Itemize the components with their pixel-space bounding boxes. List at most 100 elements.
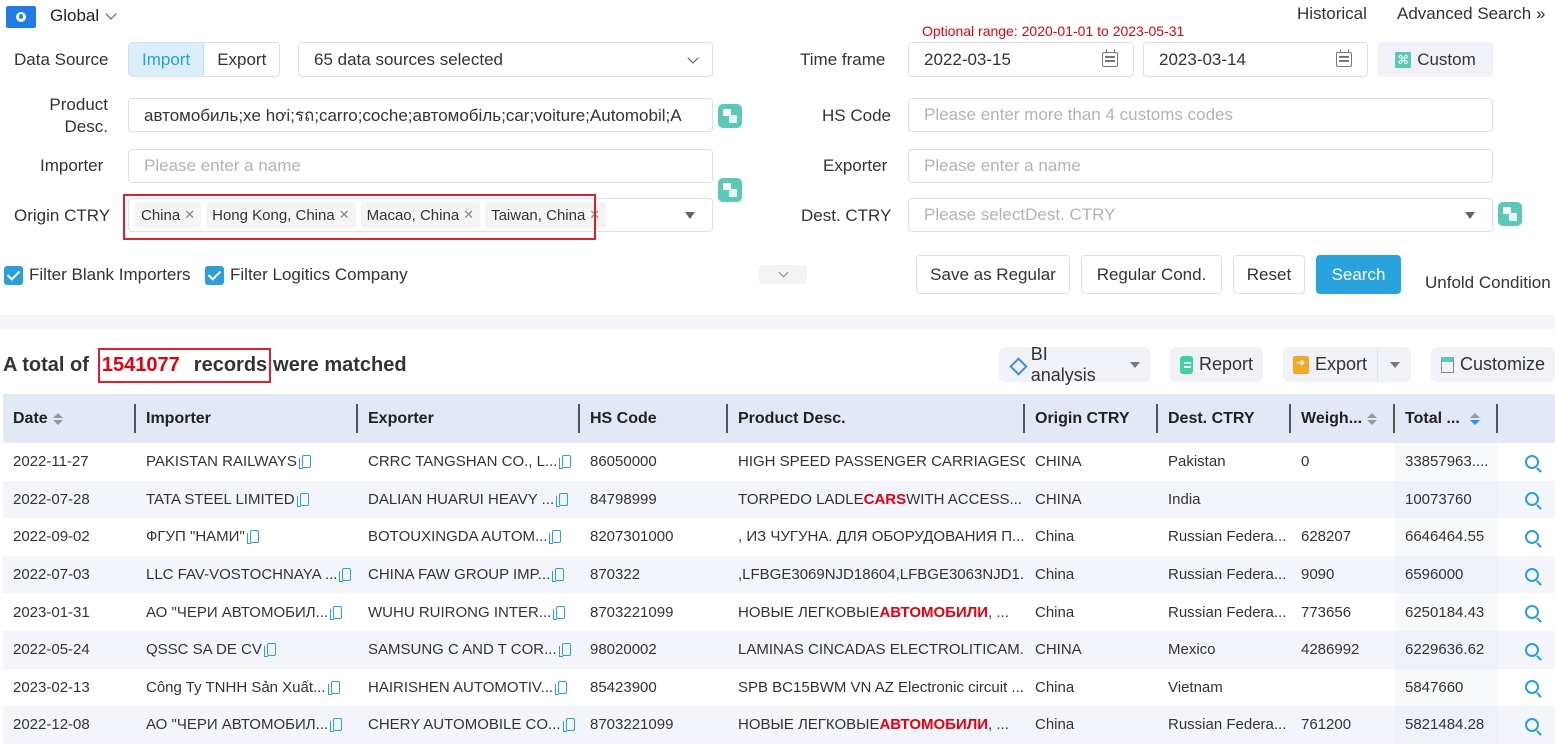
copy-icon[interactable]	[555, 680, 568, 695]
importer-name[interactable]: АО "ЧЕРИ АВТОМОБИЛ...	[146, 604, 328, 621]
exporter-name[interactable]: SAMSUNG C AND T COR...	[368, 641, 557, 658]
cell-date: 2022-05-24	[13, 641, 90, 659]
cell-importer[interactable]: LLC FAV-VOSTOCHNAYA ...	[136, 556, 358, 594]
desc-text: HIGH SPEED PASSENGER CARRIAGESC...	[738, 453, 1025, 471]
export-button[interactable]: Export	[1283, 347, 1411, 382]
bi-analysis-button[interactable]: BI analysis	[999, 344, 1150, 385]
copy-icon[interactable]	[330, 605, 343, 620]
dest-ctry-select[interactable]: Please selectDest. CTRY	[908, 198, 1493, 232]
hs-code-input[interactable]: Please enter more than 4 customs codes	[908, 98, 1493, 132]
exporter-name[interactable]: WUHU RUIRONG INTER...	[368, 604, 551, 621]
export-dropdown-toggle[interactable]	[1377, 347, 1411, 382]
cell-actions	[1498, 443, 1555, 481]
copy-icon[interactable]	[549, 530, 562, 545]
cell-exporter[interactable]: DALIAN HUARUI HEAVY ...	[358, 481, 580, 519]
custom-range-button[interactable]: ⌘ Custom	[1378, 42, 1493, 77]
search-icon[interactable]	[1524, 567, 1539, 582]
export-tab[interactable]: Export	[204, 43, 279, 76]
copy-icon[interactable]	[552, 568, 565, 583]
exporter-name[interactable]: DALIAN HUARUI HEAVY ...	[368, 491, 554, 508]
copy-icon[interactable]	[296, 492, 309, 507]
cell-exporter[interactable]: CHERY AUTOMOBILE CO...	[358, 706, 580, 744]
sort-icon[interactable]	[1367, 412, 1378, 425]
importer-name[interactable]: TATA STEEL LIMITED	[146, 491, 295, 508]
cell-importer[interactable]: TATA STEEL LIMITED	[136, 481, 358, 519]
importer-name[interactable]: QSSC SA DE CV	[146, 641, 262, 658]
report-button[interactable]: Report	[1170, 347, 1263, 382]
save-as-regular-button[interactable]: Save as Regular	[916, 255, 1070, 294]
cell-exporter[interactable]: CHINA FAW GROUP IMP...	[358, 556, 580, 594]
importer-name[interactable]: LLC FAV-VOSTOCHNAYA ...	[146, 566, 337, 583]
exporter-name[interactable]: HAIRISHEN AUTOMOTIV...	[368, 679, 553, 696]
column-header-weight[interactable]: Weigh...	[1291, 394, 1395, 443]
search-icon[interactable]	[1524, 605, 1539, 620]
collapse-toggle[interactable]	[759, 265, 807, 284]
copy-icon[interactable]	[562, 718, 575, 733]
cell-importer[interactable]: АО "ЧЕРИ АВТОМОБИЛ...	[136, 593, 358, 631]
importer-name[interactable]: Công Ty TNHH Sản Xuất...	[146, 679, 326, 696]
cell-importer[interactable]: QSSC SA DE CV	[136, 631, 358, 669]
column-header-total[interactable]: Total ...	[1395, 394, 1498, 443]
copy-icon[interactable]	[263, 643, 276, 658]
data-sources-select[interactable]: 65 data sources selected	[298, 42, 713, 77]
search-button[interactable]: Search	[1316, 255, 1401, 294]
translate-icon[interactable]	[718, 178, 742, 202]
cell-importer[interactable]: PAKISTAN RAILWAYS	[136, 443, 358, 481]
sort-icon[interactable]	[52, 412, 63, 425]
region-selector[interactable]: Global	[50, 6, 117, 26]
exporter-name[interactable]: CHINA FAW GROUP IMP...	[368, 566, 550, 583]
cell-exporter[interactable]: CRRC TANGSHAN CO., L...	[358, 443, 580, 481]
import-tab[interactable]: Import	[129, 43, 205, 76]
copy-icon[interactable]	[339, 568, 352, 583]
copy-icon[interactable]	[553, 605, 566, 620]
cell-importer[interactable]: АО "ЧЕРИ АВТОМОБИЛ...	[136, 706, 358, 744]
unfold-condition-link[interactable]: Unfold Condition	[1425, 273, 1551, 293]
cell-product-desc: НОВЫЕ ЛЕГКОВЫЕ АВТОМОБИЛИ, ...	[728, 593, 1025, 631]
translate-icon[interactable]	[1498, 202, 1522, 226]
filter-blank-importers-checkbox[interactable]: Filter Blank Importers	[4, 265, 191, 285]
copy-icon[interactable]	[556, 492, 569, 507]
search-icon[interactable]	[1524, 717, 1539, 732]
cell-exporter[interactable]: HAIRISHEN AUTOMOTIV...	[358, 669, 580, 707]
reset-button[interactable]: Reset	[1233, 255, 1305, 294]
regular-cond-button[interactable]: Regular Cond.	[1081, 255, 1222, 294]
exporter-input[interactable]: Please enter a name	[908, 149, 1493, 183]
date-to-input[interactable]: 2023-03-14	[1143, 42, 1368, 77]
caret-down-icon	[1130, 361, 1140, 368]
cell-exporter[interactable]: SAMSUNG C AND T COR...	[358, 631, 580, 669]
cell-exporter[interactable]: BOTOUXINGDA AUTOM...	[358, 518, 580, 556]
search-icon[interactable]	[1524, 680, 1539, 695]
exporter-name[interactable]: CHERY AUTOMOBILE CO...	[368, 716, 561, 733]
copy-icon[interactable]	[558, 643, 571, 658]
copy-icon[interactable]	[298, 455, 311, 470]
importer-name[interactable]: PAKISTAN RAILWAYS	[146, 453, 297, 470]
product-desc-input[interactable]: автомобиль;xe hơi;รถ;carro;coche;автомоб…	[128, 98, 713, 132]
exporter-name[interactable]: CRRC TANGSHAN CO., L...	[368, 453, 557, 470]
copy-icon[interactable]	[559, 455, 572, 470]
importer-name[interactable]: АО "ЧЕРИ АВТОМОБИЛ...	[146, 716, 328, 733]
search-icon[interactable]	[1524, 529, 1539, 544]
cell-importer[interactable]: Công Ty TNHH Sản Xuất...	[136, 669, 358, 707]
copy-icon[interactable]	[330, 718, 343, 733]
customize-button[interactable]: Customize	[1431, 347, 1555, 382]
importer-input[interactable]: Please enter a name	[128, 149, 713, 183]
advanced-search-link[interactable]: Advanced Search »	[1397, 4, 1545, 24]
search-icon[interactable]	[1524, 492, 1539, 507]
report-icon	[1180, 355, 1193, 374]
importer-name[interactable]: ФГУП "НАМИ"	[146, 528, 245, 545]
search-icon[interactable]	[1524, 642, 1539, 657]
exporter-name[interactable]: BOTOUXINGDA AUTOM...	[368, 528, 547, 545]
search-icon[interactable]	[1524, 454, 1539, 469]
historical-link[interactable]: Historical	[1297, 4, 1367, 24]
translate-icon[interactable]	[718, 104, 742, 128]
sort-desc-icon[interactable]	[1469, 412, 1480, 425]
copy-icon[interactable]	[327, 680, 340, 695]
calendar-icon	[1102, 49, 1118, 67]
cell-importer[interactable]: ФГУП "НАМИ"	[136, 518, 358, 556]
region-globe-button[interactable]	[6, 6, 36, 28]
copy-icon[interactable]	[246, 530, 259, 545]
filter-logistics-checkbox[interactable]: Filter Logitics Company	[205, 265, 408, 285]
column-header-date[interactable]: Date	[3, 394, 136, 443]
date-from-input[interactable]: 2022-03-15	[908, 42, 1134, 77]
cell-exporter[interactable]: WUHU RUIRONG INTER...	[358, 593, 580, 631]
